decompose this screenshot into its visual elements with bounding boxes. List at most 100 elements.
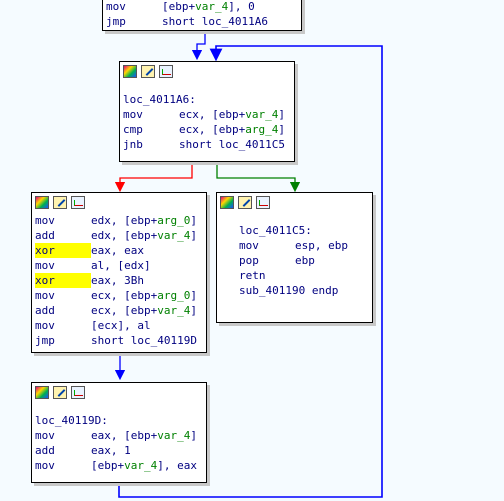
graph-icon[interactable] [71,196,85,209]
instruction-line[interactable]: mov al, [edx] [32,258,206,273]
operand-text: eax, 1 [91,444,131,457]
block-label: loc_40119D: [35,414,108,427]
edit-icon[interactable] [238,196,252,209]
operands: ecx, [ebp+var_4] [91,304,197,317]
operand-text: eax, eax [91,244,144,257]
operand-text: ] [278,123,285,136]
instruction-line[interactable]: mov ecx, [ebp+var_4] [120,107,294,122]
instruction-line[interactable]: cmp ecx, [ebp+arg_4] [120,122,294,137]
mnemonic: retn [239,269,266,282]
operand-text: ecx, [ebp+ [179,108,246,121]
operand-text: ] [278,108,285,121]
block-header [120,62,294,82]
operands: short loc_4011C5 [179,138,285,151]
mnemonic: mov [35,259,55,272]
block-label: loc_4011A6: [123,93,196,106]
stack-variable[interactable]: arg_4 [245,123,278,136]
instruction-line[interactable]: xor eax, 3Bh [32,273,206,288]
mnemonic: xor [35,273,91,288]
operand-text: ebp [295,254,315,267]
operands: ecx, [ebp+arg_4] [179,123,285,136]
operands: short loc_4011A6 [162,15,268,28]
instruction-line[interactable]: jmp short loc_40119D [32,333,206,348]
operands: ebp [295,254,315,267]
mnemonic: mov [123,108,143,121]
operands: eax, [ebp+var_4] [91,429,197,442]
graph-icon[interactable] [159,65,173,78]
edit-icon[interactable] [53,196,67,209]
stack-variable[interactable]: var_4 [124,459,157,472]
stack-variable[interactable]: var_4 [195,0,228,13]
mnemonic: xor [35,243,91,258]
color-icon[interactable] [35,386,49,399]
instruction-line[interactable]: mov [ebp+var_4], 0 [103,0,301,14]
edit-icon[interactable] [53,386,67,399]
mnemonic: mov [35,459,55,472]
instruction-line[interactable]: mov eax, [ebp+var_4] [32,428,206,443]
operand-text: al, [edx] [91,259,151,272]
operands: short loc_40119D [91,334,197,347]
operands: eax, 3Bh [91,274,144,287]
instruction-line[interactable]: jnb short loc_4011C5 [120,137,294,152]
operand-text: ] [190,229,197,242]
instruction-line[interactable]: add ecx, [ebp+var_4] [32,303,206,318]
edit-icon[interactable] [141,65,155,78]
instruction-line[interactable]: xor eax, eax [32,243,206,258]
operands: al, [edx] [91,259,151,272]
code-block-loop-body[interactable]: mov edx, [ebp+arg_0] add edx, [ebp+var_4] xo… [31,192,207,353]
operands: ecx, [ebp+arg_0] [91,289,197,302]
instruction-line[interactable]: mov edx, [ebp+arg_0] [32,213,206,228]
stack-variable[interactable]: var_4 [157,304,190,317]
instruction-line[interactable]: add edx, [ebp+var_4] [32,228,206,243]
mnemonic: mov [35,289,55,302]
stack-variable[interactable]: var_4 [157,429,190,442]
code-block-loc-4011a6[interactable]: loc_4011A6: mov ecx, [ebp+var_4] cmp ecx, [… [119,61,295,162]
mnemonic: mov [106,0,126,13]
stack-variable[interactable]: var_4 [245,108,278,121]
color-icon[interactable] [123,65,137,78]
instruction-line[interactable]: sub_401190 endp [236,283,372,298]
operand-text: esp, ebp [295,239,348,252]
stack-variable[interactable]: var_4 [157,229,190,242]
operands: edx, [ebp+arg_0] [91,214,197,227]
mnemonic: add [35,304,55,317]
graph-icon[interactable] [71,386,85,399]
operand-text: [ebp+ [91,459,125,472]
graph-icon[interactable] [256,196,270,209]
stack-variable[interactable]: arg_0 [157,214,190,227]
mnemonic: pop [239,254,259,267]
operands: ecx, [ebp+var_4] [179,108,285,121]
operand-text: short loc_4011C5 [179,138,285,151]
instruction-line[interactable]: mov esp, ebp [236,238,372,253]
operand-text: short loc_4011A6 [162,15,268,28]
operand-text: ecx, [ebp+ [179,123,246,136]
instruction-line[interactable]: pop ebp [236,253,372,268]
operand-text: edx, [ebp+ [91,214,158,227]
mnemonic: jmp [106,15,126,28]
color-icon[interactable] [220,196,234,209]
instruction-line[interactable]: mov [ebp+var_4], eax [32,458,206,473]
code-block-loc-4011c5[interactable]: loc_4011C5: mov esp, ebp pop ebp retn sub_401… [216,192,373,323]
code-block-entry[interactable]: mov [ebp+var_4], 0 jmp short loc_4011A6 [102,0,302,31]
code-lines: mov edx, [ebp+arg_0] add edx, [ebp+var_4] xo… [32,213,206,348]
instruction-line[interactable]: mov [ecx], al [32,318,206,333]
color-icon[interactable] [35,196,49,209]
instruction-line[interactable]: jmp short loc_4011A6 [103,14,301,29]
operands: eax, eax [91,244,144,257]
code-block-loc-40119d[interactable]: loc_40119D: mov eax, [ebp+var_4] add eax, 1… [31,382,207,483]
code-lines: mov eax, [ebp+var_4] add eax, 1 mov [ebp+var_… [32,428,206,473]
operand-text: ecx, [ebp+ [91,289,158,302]
operands: [ecx], al [91,319,151,332]
instruction-line[interactable]: mov ecx, [ebp+arg_0] [32,288,206,303]
code-lines: mov [ebp+var_4], 0 jmp short loc_4011A6 [103,0,301,29]
instruction-line[interactable]: add eax, 1 [32,443,206,458]
operands: esp, ebp [295,239,348,252]
mnemonic: mov [239,239,259,252]
mnemonic: jnb [123,138,143,151]
stack-variable[interactable]: arg_0 [157,289,190,302]
operand-text: ] [190,289,197,302]
instruction-line[interactable]: retn [236,268,372,283]
operand-text: edx, [ebp+ [91,229,158,242]
operands: [ebp+var_4], eax [91,459,197,472]
mnemonic: add [35,229,55,242]
